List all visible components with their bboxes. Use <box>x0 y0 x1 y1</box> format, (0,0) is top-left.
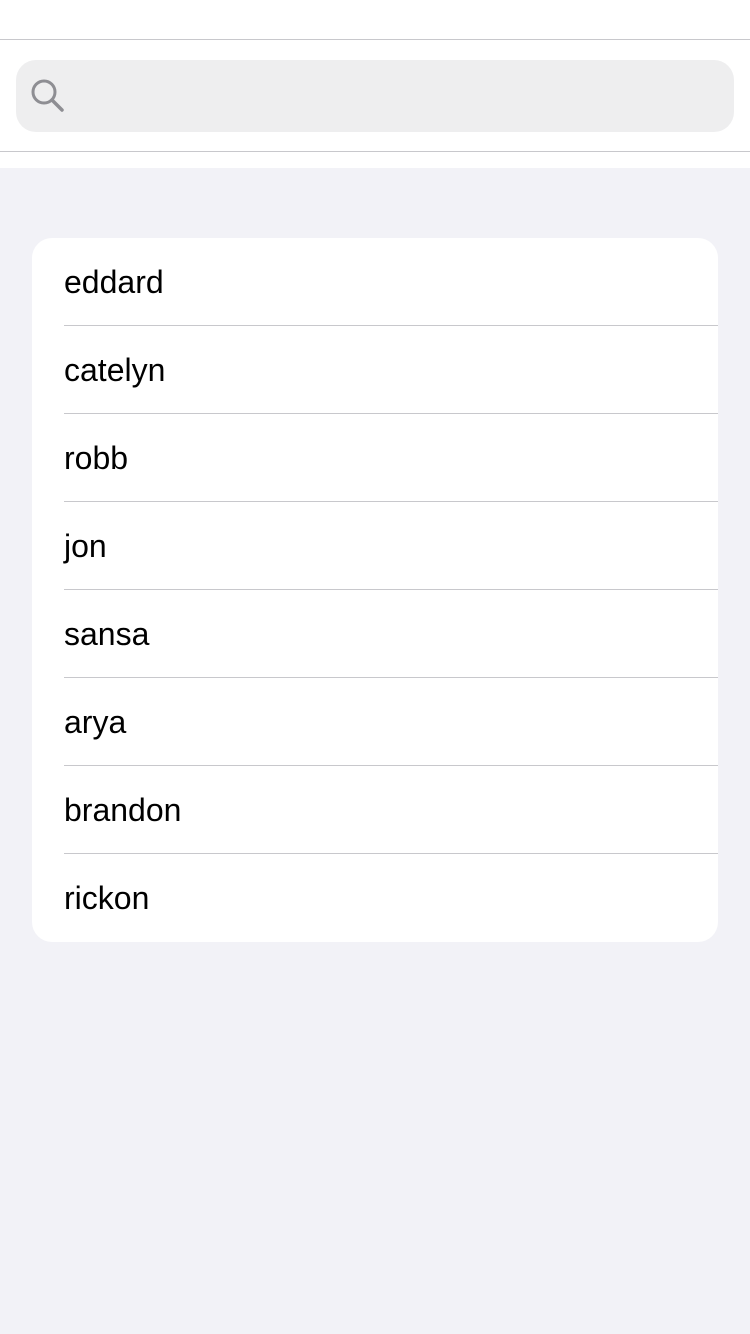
search-bar-container <box>0 40 750 152</box>
list-item[interactable]: brandon <box>32 766 718 854</box>
list-item[interactable]: arya <box>32 678 718 766</box>
search-bar-bottom-strip <box>0 152 750 168</box>
list-item[interactable]: catelyn <box>32 326 718 414</box>
list-item-label: robb <box>64 440 129 476</box>
list-item[interactable]: rickon <box>32 854 718 942</box>
list-item-label: jon <box>64 528 107 564</box>
list-item-label: sansa <box>64 616 150 652</box>
list-item-label: rickon <box>64 880 150 916</box>
list-item-label: arya <box>64 704 127 740</box>
names-list: eddard catelyn robb jon sansa arya brand… <box>32 238 718 942</box>
search-icon <box>30 78 66 114</box>
search-field[interactable] <box>16 60 734 132</box>
list-item[interactable]: sansa <box>32 590 718 678</box>
list-item-label: eddard <box>64 264 164 300</box>
list-item[interactable]: robb <box>32 414 718 502</box>
list-item[interactable]: eddard <box>32 238 718 326</box>
navigation-bar <box>0 0 750 40</box>
list-item-label: catelyn <box>64 352 166 388</box>
search-input[interactable] <box>86 60 716 132</box>
list-item[interactable]: jon <box>32 502 718 590</box>
list-item-label: brandon <box>64 792 182 828</box>
